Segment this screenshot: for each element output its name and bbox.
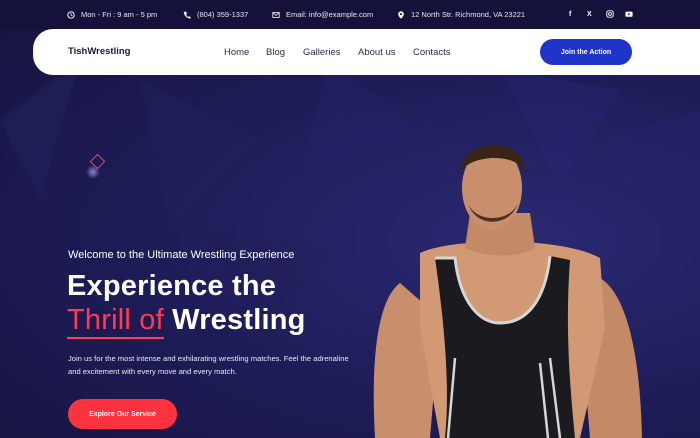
hero-title-line2: Thrill of Wrestling (67, 304, 306, 339)
hero-title-accent: Thrill of (67, 304, 164, 339)
address-text: 12 North Str. Richmond, VA 23221 (411, 10, 526, 19)
top-contact-bar: Mon - Fri : 9 am - 5 pm (804) 359-1337 E… (0, 0, 700, 29)
main-navbar: TishWrestling Home Blog Galleries About … (33, 29, 700, 75)
clock-icon (67, 10, 75, 19)
phone-item[interactable]: (804) 359-1337 (183, 0, 248, 29)
nav-item-about[interactable]: About us (358, 47, 396, 58)
hero-title-line1: Experience the (67, 270, 277, 302)
phone-icon (183, 11, 191, 19)
email-text: Email: info@example.com (286, 10, 374, 19)
envelope-icon (272, 11, 280, 18)
hero-title-rest: Wrestling (172, 304, 306, 336)
hero-kicker: Welcome to the Ultimate Wrestling Experi… (68, 249, 295, 261)
explore-service-button[interactable]: Explore Our Service (68, 399, 177, 429)
x-twitter-icon[interactable]: X (587, 11, 592, 18)
nav-item-blog[interactable]: Blog (266, 47, 285, 58)
nav-item-home[interactable]: Home (224, 47, 249, 58)
phone-text: (804) 359-1337 (197, 10, 249, 19)
hours-item: Mon - Fri : 9 am - 5 pm (67, 0, 157, 29)
wrestler-image (373, 144, 642, 438)
hero-description: Join us for the most intense and exhilar… (68, 354, 349, 376)
site-logo[interactable]: TishWrestling (68, 46, 130, 57)
address-item: 12 North Str. Richmond, VA 23221 (397, 0, 525, 29)
facebook-icon[interactable]: f (569, 11, 571, 18)
nav-item-contacts[interactable]: Contacts (413, 47, 451, 58)
youtube-icon[interactable] (625, 10, 633, 18)
join-action-button[interactable]: Join the Action (540, 39, 632, 65)
hours-text: Mon - Fri : 9 am - 5 pm (81, 10, 158, 19)
hero-section: Mon - Fri : 9 am - 5 pm (804) 359-1337 E… (0, 0, 700, 438)
email-item[interactable]: Email: info@example.com (272, 0, 373, 29)
location-pin-icon (398, 10, 404, 19)
instagram-icon[interactable] (606, 10, 614, 18)
nav-item-galleries[interactable]: Galleries (303, 47, 341, 58)
